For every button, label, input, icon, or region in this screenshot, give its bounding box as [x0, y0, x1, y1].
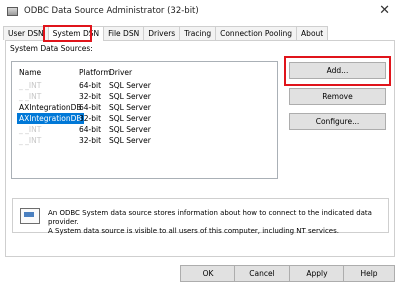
configure-button[interactable]: Configure...: [289, 113, 386, 130]
dsn-row[interactable]: AXIntegrationDB 64-bit SQL Server: [12, 102, 277, 113]
dsn-driver: SQL Server: [109, 103, 151, 112]
apply-button[interactable]: Apply: [289, 265, 345, 282]
info-box: An ODBC System data source stores inform…: [12, 198, 389, 236]
dsn-driver: SQL Server: [109, 114, 151, 123]
column-header-name[interactable]: Name: [19, 68, 41, 77]
close-icon[interactable]: ✕: [379, 4, 390, 17]
dsn-row[interactable]: _ _INT 32-bit SQL Server: [12, 135, 277, 146]
dsn-driver: SQL Server: [109, 81, 151, 90]
title-bar: ODBC Data Source Administrator (32-bit) …: [0, 0, 400, 22]
dsn-driver: SQL Server: [109, 125, 151, 134]
dsn-platform: 64-bit: [79, 125, 102, 134]
remove-button[interactable]: Remove: [289, 88, 386, 105]
window-title: ODBC Data Source Administrator (32-bit): [24, 6, 199, 16]
system-data-sources-label: System Data Sources:: [10, 44, 93, 53]
info-line-2: A System data source is visible to all u…: [48, 227, 339, 235]
dsn-name: AXIntegrationDB: [19, 103, 82, 112]
tab-user-dsn[interactable]: User DSN: [3, 26, 49, 40]
column-header-platform[interactable]: Platform: [79, 68, 111, 77]
tab-connection-pooling[interactable]: Connection Pooling: [215, 26, 298, 40]
dsn-driver: SQL Server: [109, 136, 151, 145]
help-button[interactable]: Help: [343, 265, 395, 282]
highlight-box-system-dsn-tab: [43, 25, 92, 42]
dsn-row-selected[interactable]: AXIntegrationDB 32-bit SQL Server: [12, 113, 277, 124]
column-header-driver[interactable]: Driver: [109, 68, 132, 77]
tab-tracing[interactable]: Tracing: [179, 26, 217, 40]
dsn-name: _ _INT: [19, 136, 42, 145]
ok-button[interactable]: OK: [180, 265, 236, 282]
dsn-row[interactable]: _ _INT 32-bit SQL Server: [12, 91, 277, 102]
dsn-row[interactable]: _ _INT 64-bit SQL Server: [12, 124, 277, 135]
dsn-platform: 32-bit: [79, 92, 102, 101]
dsn-platform: 32-bit: [79, 114, 102, 123]
dsn-row[interactable]: _ _INT 64-bit SQL Server: [12, 80, 277, 91]
highlight-box-add-button: [284, 56, 391, 86]
cancel-button[interactable]: Cancel: [234, 265, 290, 282]
tab-file-dsn[interactable]: File DSN: [103, 26, 145, 40]
odbc-window: ODBC Data Source Administrator (32-bit) …: [0, 0, 400, 286]
dsn-name: _ _INT: [19, 92, 42, 101]
tab-drivers[interactable]: Drivers: [143, 26, 181, 40]
info-text: An ODBC System data source stores inform…: [48, 209, 378, 236]
dsn-name: _ _INT: [19, 125, 42, 134]
dsn-name: _ _INT: [19, 81, 42, 90]
system-data-sources-list[interactable]: Name Platform Driver _ _INT 64-bit SQL S…: [11, 61, 278, 179]
dsn-driver: SQL Server: [109, 92, 151, 101]
tab-about[interactable]: About: [296, 26, 329, 40]
dsn-name: AXIntegrationDB: [17, 113, 84, 124]
data-source-info-icon: [20, 208, 40, 224]
odbc-app-icon: [7, 6, 18, 16]
dsn-platform: 64-bit: [79, 103, 102, 112]
info-line-1: An ODBC System data source stores inform…: [48, 209, 372, 226]
dsn-platform: 32-bit: [79, 136, 102, 145]
dsn-platform: 64-bit: [79, 81, 102, 90]
